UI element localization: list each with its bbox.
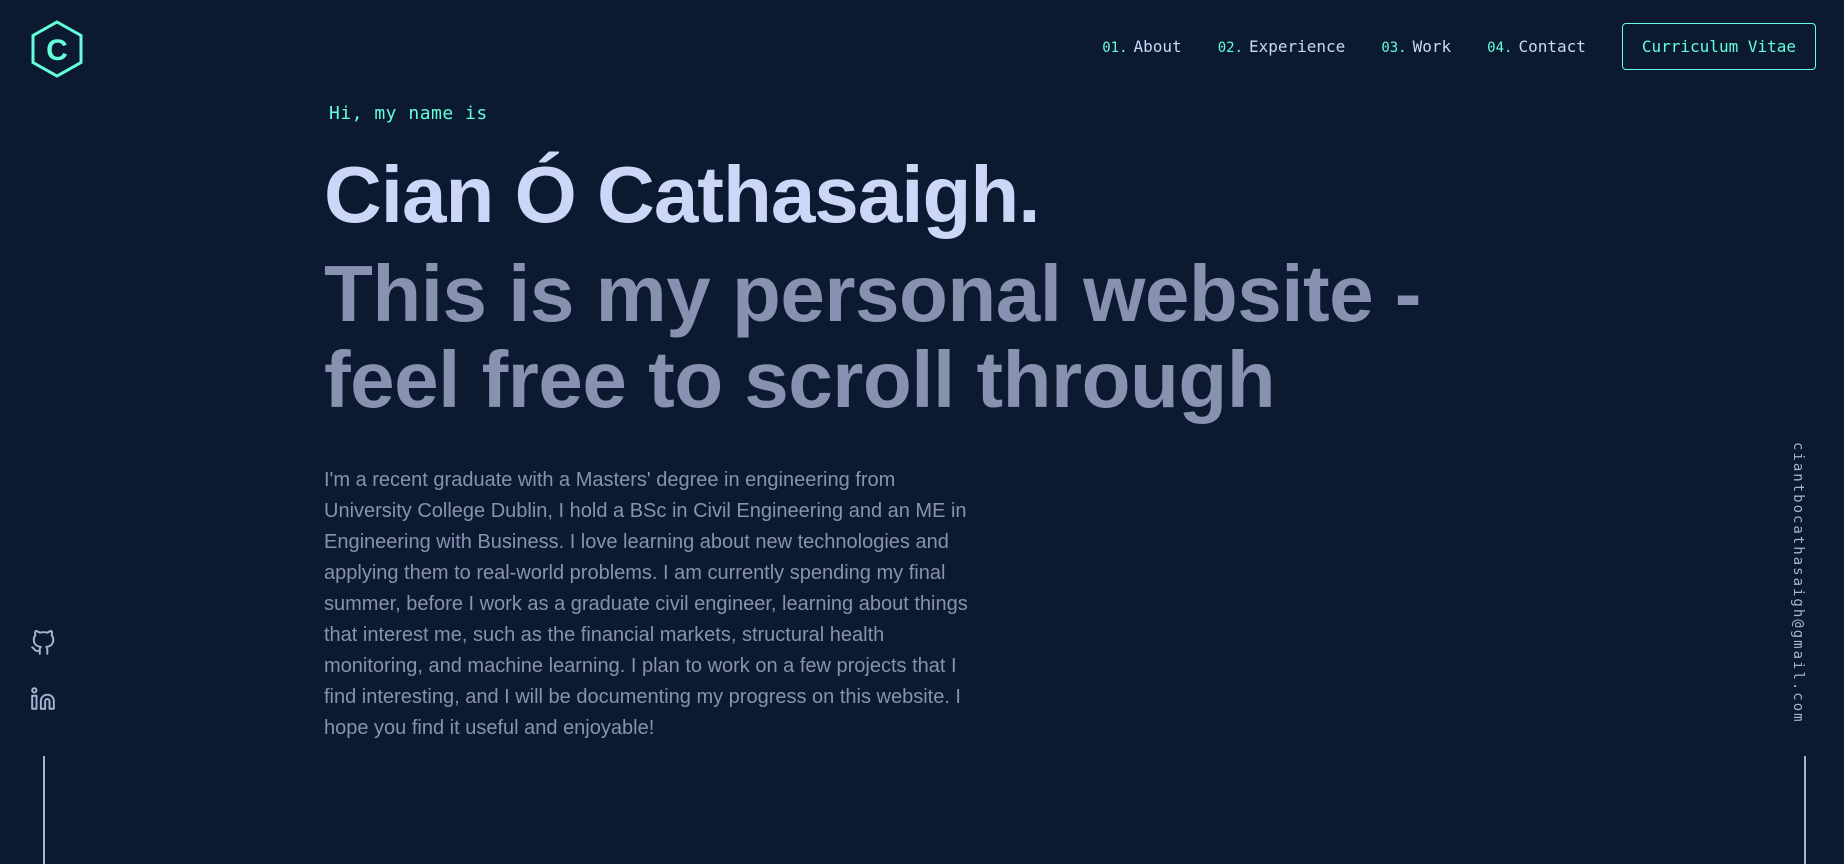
hero-bio: I'm a recent graduate with a Masters' de… [324, 469, 968, 739]
top-nav: 01. About 02. Experience 03. Work 04. Co… [1102, 23, 1816, 70]
nav-number: 01. [1102, 40, 1128, 56]
nav-about[interactable]: 01. About [1102, 37, 1181, 56]
nav-work[interactable]: 03. Work [1381, 37, 1451, 56]
nav-number: 03. [1381, 40, 1407, 56]
nav-label: Experience [1248, 37, 1346, 56]
nav-label: Work [1412, 37, 1452, 56]
nav-number: 04. [1487, 40, 1513, 56]
right-divider-line [1804, 756, 1806, 864]
nav-experience[interactable]: 02. Experience [1218, 37, 1346, 56]
nav-number: 02. [1217, 40, 1243, 56]
hexagon-logo-icon: C [31, 20, 83, 78]
hero-name: Cian Ó Cathasaigh. [324, 150, 1040, 239]
side-email-link[interactable]: ciantbocathasaigh@gmail.com [1790, 442, 1806, 724]
nav-label: Contact [1518, 37, 1586, 56]
nav-contact[interactable]: 04. Contact [1487, 37, 1586, 56]
hero-tagline: This is my personal website - feel free … [324, 249, 1421, 424]
linkedin-icon[interactable] [30, 686, 56, 712]
social-links [30, 630, 58, 742]
github-icon[interactable] [30, 630, 56, 656]
logo-letter: C [46, 34, 68, 67]
nav-label: About [1133, 37, 1182, 56]
curriculum-vitae-button[interactable]: Curriculum Vitae [1621, 23, 1816, 70]
hero-section: Hi, my name is Cian Ó Cathasaigh. This i… [324, 96, 1524, 744]
intro-text: Hi, my name is [329, 103, 488, 124]
left-divider-line [43, 756, 45, 864]
logo[interactable]: C [30, 20, 84, 78]
